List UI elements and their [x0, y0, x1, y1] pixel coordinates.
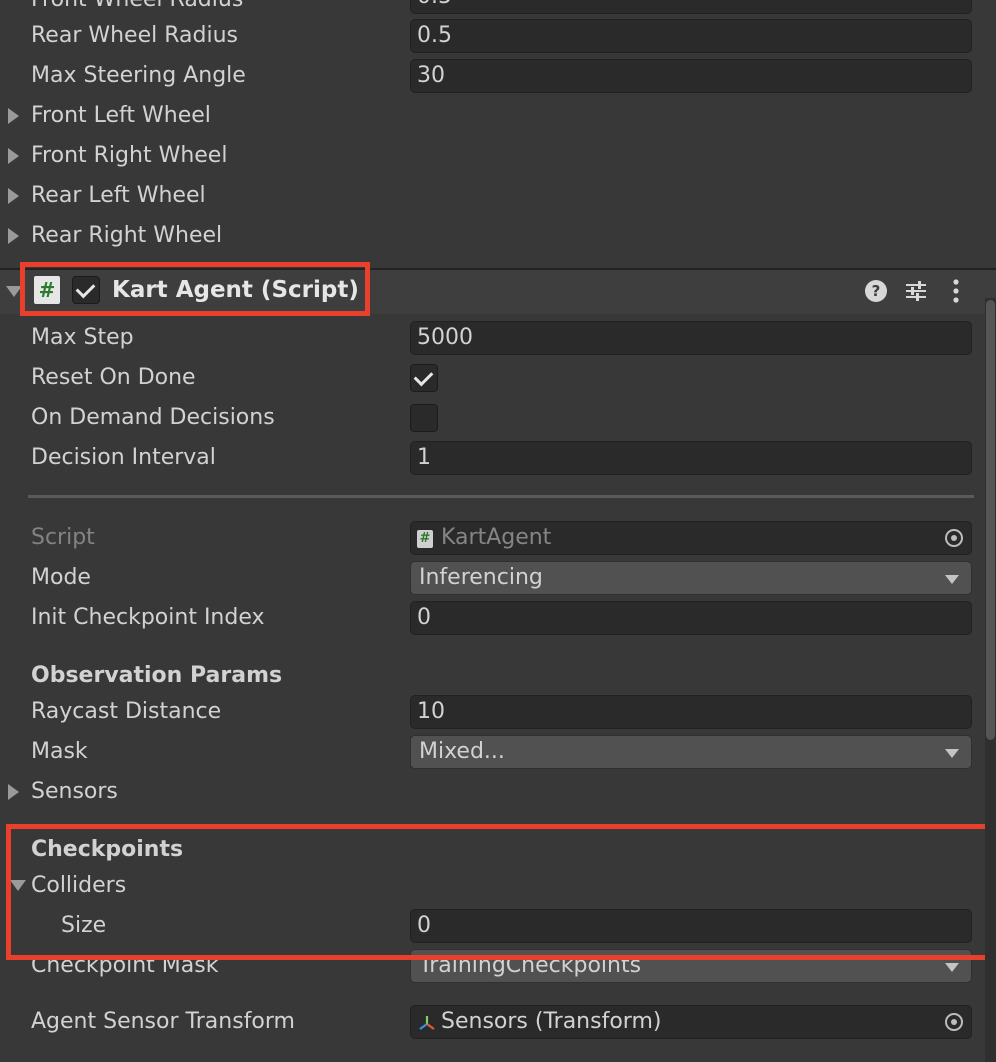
decision-interval-label: Decision Interval: [31, 445, 216, 470]
agent-sensor-transform-label: Agent Sensor Transform: [31, 1009, 295, 1034]
reset-on-done-checkbox[interactable]: [410, 364, 438, 392]
mask-dropdown-value: Mixed...: [419, 739, 505, 764]
highlight-box-component-title: [20, 262, 370, 316]
foldout-arrow-icon[interactable]: [8, 108, 19, 124]
dropdown-arrow-icon: [945, 963, 959, 972]
observation-params-header: Observation Params: [31, 663, 283, 688]
max-step-label: Max Step: [31, 325, 134, 350]
max-step-field[interactable]: 5000: [410, 321, 972, 355]
decision-interval-field[interactable]: 1: [410, 441, 972, 475]
preset-sliders-icon[interactable]: [903, 278, 929, 304]
mode-dropdown-value: Inferencing: [419, 565, 543, 590]
raycast-distance-field[interactable]: 10: [410, 695, 972, 729]
foldout-label: Rear Left Wheel: [31, 183, 206, 208]
mode-label: Mode: [31, 565, 91, 590]
foldout-label: Front Left Wheel: [31, 103, 211, 128]
scrollbar-thumb[interactable]: [986, 300, 995, 740]
dropdown-arrow-icon: [945, 749, 959, 758]
agent-sensor-transform-field[interactable]: Sensors (Transform): [410, 1005, 972, 1039]
reset-on-done-label: Reset On Done: [31, 365, 196, 390]
foldout-arrow-icon[interactable]: [8, 784, 19, 800]
raycast-distance-label: Raycast Distance: [31, 699, 222, 724]
rear-wheel-radius-label: Rear Wheel Radius: [31, 23, 238, 48]
max-steering-angle-field[interactable]: 30: [410, 59, 972, 93]
dropdown-arrow-icon: [945, 575, 959, 584]
mask-label: Mask: [31, 739, 88, 764]
foldout-arrow-icon[interactable]: [8, 228, 19, 244]
script-label: Script: [31, 525, 95, 550]
max-steering-angle-label: Max Steering Angle: [31, 63, 246, 88]
kebab-menu-icon[interactable]: [948, 278, 964, 304]
checkmark-icon: [413, 366, 434, 387]
sensors-label: Sensors: [31, 779, 118, 804]
help-icon[interactable]: ?: [864, 279, 888, 303]
script-object-field: # KartAgent: [410, 521, 972, 555]
object-picker-icon: [945, 529, 963, 547]
foldout-label: Front Right Wheel: [31, 143, 228, 168]
foldout-label: Rear Right Wheel: [31, 223, 223, 248]
highlight-box-checkpoints: [6, 824, 992, 960]
foldout-arrow-icon[interactable]: [8, 148, 19, 164]
front-wheel-radius-label: Front Wheel Radius: [31, 0, 243, 14]
rear-wheel-radius-field[interactable]: 0.5: [410, 19, 972, 53]
init-checkpoint-index-field[interactable]: 0: [410, 601, 972, 635]
on-demand-decisions-checkbox[interactable]: [410, 404, 438, 432]
object-picker-icon[interactable]: [945, 1013, 963, 1031]
svg-text:?: ?: [872, 282, 881, 300]
transform-icon: [419, 1016, 435, 1030]
front-wheel-radius-field[interactable]: 0.5: [410, 0, 972, 14]
script-icon: #: [417, 530, 433, 548]
agent-sensor-transform-value: Sensors (Transform): [441, 1009, 662, 1034]
mask-dropdown[interactable]: Mixed...: [410, 735, 972, 769]
divider: [28, 495, 974, 498]
script-object-name: KartAgent: [441, 525, 552, 550]
init-checkpoint-index-label: Init Checkpoint Index: [31, 605, 265, 630]
mode-dropdown[interactable]: Inferencing: [410, 561, 972, 595]
foldout-arrow-icon[interactable]: [8, 188, 19, 204]
on-demand-decisions-label: On Demand Decisions: [31, 405, 275, 430]
